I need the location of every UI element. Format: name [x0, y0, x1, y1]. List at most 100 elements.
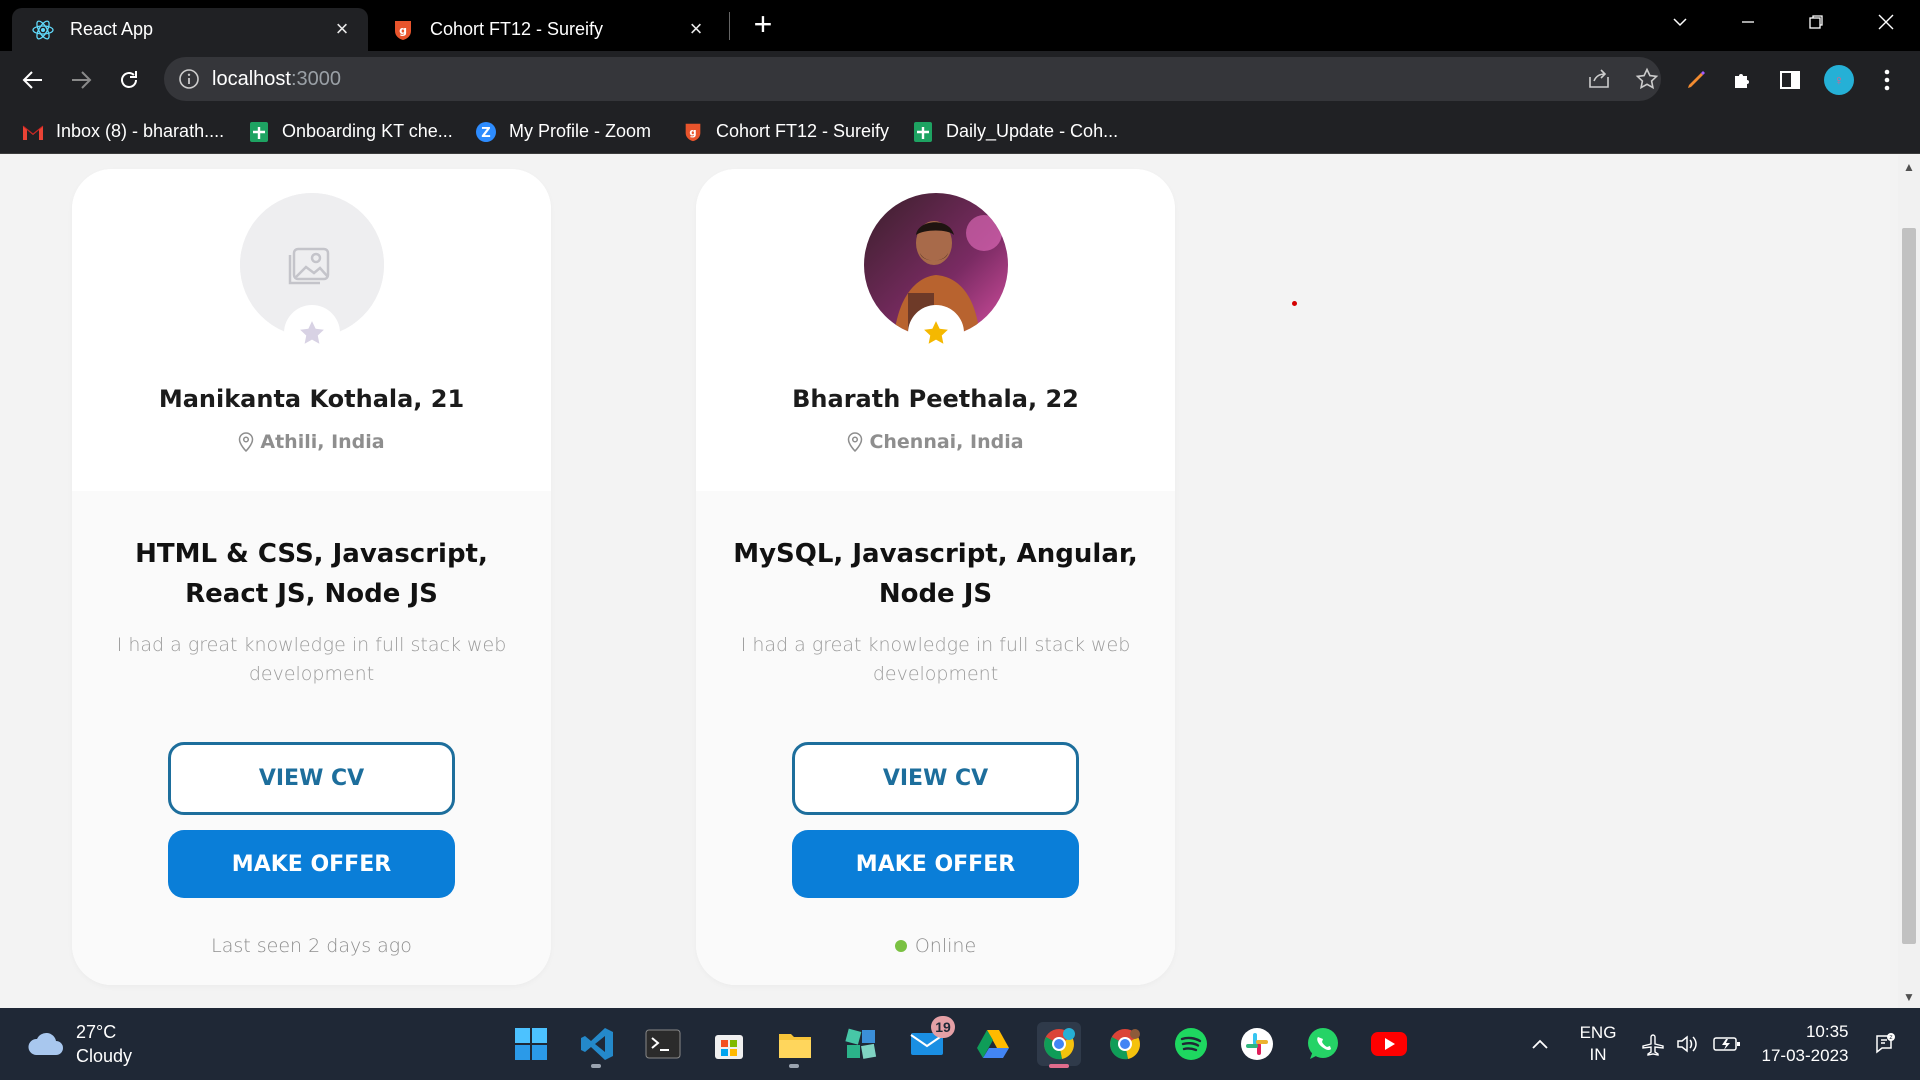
- close-window-icon[interactable]: [1858, 0, 1914, 44]
- google-sheets-icon: [912, 121, 934, 143]
- running-indicator: [1049, 1064, 1069, 1068]
- candidate-skills: HTML & CSS, Javascript, React JS, Node J…: [135, 539, 488, 609]
- microsoft-store-icon[interactable]: [707, 1022, 751, 1066]
- scrollbar-thumb[interactable]: [1902, 228, 1916, 944]
- location-text: Chennai, India: [869, 431, 1024, 453]
- airplane-mode-icon[interactable]: [1638, 1008, 1668, 1080]
- sureify-icon: g: [682, 121, 704, 143]
- mail-notification-badge: 19: [931, 1016, 955, 1038]
- zoom-icon: Z: [475, 121, 497, 143]
- bookmark-zoom[interactable]: Z My Profile - Zoom: [475, 109, 651, 154]
- bookmark-label: Inbox (8) - bharath....: [56, 121, 225, 141]
- bookmark-label: Onboarding KT che...: [282, 121, 453, 141]
- url-host: localhost: [212, 68, 291, 90]
- tab-title: Cohort FT12 - Sureify: [430, 19, 604, 39]
- back-arrow-icon[interactable]: [16, 63, 50, 97]
- google-drive-icon[interactable]: [971, 1022, 1015, 1066]
- mail-icon[interactable]: 19: [905, 1016, 955, 1066]
- scroll-up-arrow-icon[interactable]: ▲: [1903, 161, 1915, 173]
- star-icon: [924, 321, 948, 344]
- whatsapp-icon[interactable]: [1301, 1022, 1345, 1066]
- candidate-skills: MySQL, Javascript, Angular, Node JS: [733, 539, 1138, 609]
- bookmark-label: My Profile - Zoom: [509, 121, 652, 141]
- candidate-card: Bharath Peethala, 22 Chennai, India MySQ…: [696, 169, 1175, 985]
- address-bar[interactable]: localhost:3000: [164, 57, 1661, 101]
- tab-cohort-sureify[interactable]: g Cohort FT12 - Sureify ×: [372, 8, 722, 51]
- close-tab-icon[interactable]: ×: [684, 17, 708, 42]
- status-text: Online: [914, 935, 977, 957]
- terminal-icon[interactable]: [641, 1022, 685, 1066]
- tab-search-icon[interactable]: [1652, 0, 1708, 44]
- show-hidden-icons-chevron-icon[interactable]: [1520, 1008, 1560, 1080]
- new-tab-button[interactable]: +: [748, 8, 778, 40]
- favorite-star-button[interactable]: [908, 305, 964, 361]
- react-icon: [30, 17, 56, 43]
- page-scrollbar[interactable]: ▲ ▼: [1898, 155, 1920, 1008]
- bookmark-gmail[interactable]: Inbox (8) - bharath....: [22, 109, 224, 154]
- file-explorer-icon[interactable]: [773, 1022, 817, 1068]
- last-seen-status: Last seen 2 days ago: [72, 935, 551, 957]
- windows-taskbar: 27°C Cloudy 19 ENG IN 10:35 17-03-2023 z: [0, 1008, 1920, 1080]
- status-text: Last seen 2 days ago: [211, 935, 412, 957]
- volume-icon[interactable]: [1672, 1008, 1702, 1080]
- minimize-icon[interactable]: [1720, 0, 1776, 44]
- page-viewport: Manikanta Kothala, 21 Athili, India HTML…: [0, 155, 1898, 1008]
- weather-description: Cloudy: [76, 1046, 133, 1066]
- chrome-profile-icon[interactable]: [1037, 1022, 1081, 1068]
- url-port: :3000: [290, 68, 341, 90]
- language-indicator[interactable]: ENG IN: [1570, 1008, 1626, 1080]
- candidate-bio: I had a great knowledge in full stack we…: [116, 634, 507, 685]
- pen-extension-icon[interactable]: [1681, 65, 1711, 95]
- bookmark-star-icon[interactable]: [1632, 64, 1662, 94]
- extensions-puzzle-icon[interactable]: [1728, 65, 1758, 95]
- candidate-location: Athili, India: [72, 431, 551, 453]
- star-icon: [300, 321, 324, 344]
- bookmark-daily-update[interactable]: Daily_Update - Coh...: [912, 109, 1118, 154]
- site-info-icon[interactable]: [178, 68, 200, 90]
- reload-icon[interactable]: [112, 63, 146, 97]
- make-offer-button[interactable]: MAKE OFFER: [792, 830, 1079, 898]
- cloud-icon: [28, 1032, 63, 1055]
- youtube-icon[interactable]: [1367, 1022, 1411, 1066]
- bookmark-onboarding[interactable]: Onboarding KT che...: [248, 109, 453, 154]
- url-text: localhost:3000: [212, 68, 341, 91]
- location-pin-icon: [239, 432, 254, 452]
- favorite-star-button[interactable]: [284, 305, 340, 361]
- candidate-name: Manikanta Kothala, 21: [158, 385, 465, 413]
- slack-icon[interactable]: [1235, 1022, 1279, 1066]
- forward-arrow-icon[interactable]: [64, 63, 98, 97]
- view-cv-button[interactable]: VIEW CV: [168, 742, 455, 815]
- chrome-icon[interactable]: [1103, 1022, 1147, 1066]
- side-panel-icon[interactable]: [1775, 65, 1805, 95]
- running-indicator: [789, 1064, 799, 1068]
- make-offer-button[interactable]: MAKE OFFER: [168, 830, 455, 898]
- svg-text:g: g: [689, 127, 696, 138]
- view-cv-button[interactable]: VIEW CV: [792, 742, 1079, 815]
- profile-avatar[interactable]: ♀: [1824, 65, 1854, 95]
- restore-icon[interactable]: [1788, 0, 1844, 44]
- spotify-icon[interactable]: [1169, 1022, 1213, 1066]
- battery-charging-icon[interactable]: [1710, 1008, 1744, 1080]
- vscode-icon[interactable]: [575, 1022, 619, 1068]
- tab-react-app[interactable]: React App ×: [12, 8, 368, 51]
- location-pin-icon: [848, 432, 863, 452]
- weather-temperature: 27°C: [76, 1022, 117, 1042]
- system-clock[interactable]: 10:35 17-03-2023: [1752, 1008, 1858, 1080]
- menu-kebab-icon[interactable]: [1872, 65, 1902, 95]
- bookmarks-bar: Inbox (8) - bharath.... Onboarding KT ch…: [0, 109, 1920, 154]
- scroll-down-arrow-icon[interactable]: ▼: [1903, 991, 1915, 1003]
- bookmark-label: Daily_Update - Coh...: [946, 121, 1119, 141]
- windows-start-icon[interactable]: [509, 1022, 553, 1066]
- bookmark-cohort[interactable]: g Cohort FT12 - Sureify: [682, 109, 889, 154]
- close-tab-icon[interactable]: ×: [330, 17, 354, 42]
- language-code: ENG: [1579, 1023, 1617, 1042]
- widgets-icon[interactable]: [839, 1022, 883, 1066]
- sureify-icon: g: [390, 17, 416, 43]
- online-dot-icon: [894, 940, 907, 952]
- cursor-dot: [1292, 301, 1297, 306]
- notifications-icon[interactable]: z: [1866, 1008, 1902, 1080]
- share-icon[interactable]: [1584, 64, 1614, 94]
- region-code: IN: [1589, 1045, 1607, 1064]
- weather-widget[interactable]: 27°C Cloudy: [26, 1020, 132, 1068]
- browser-toolbar: localhost:3000 ♀: [0, 51, 1920, 109]
